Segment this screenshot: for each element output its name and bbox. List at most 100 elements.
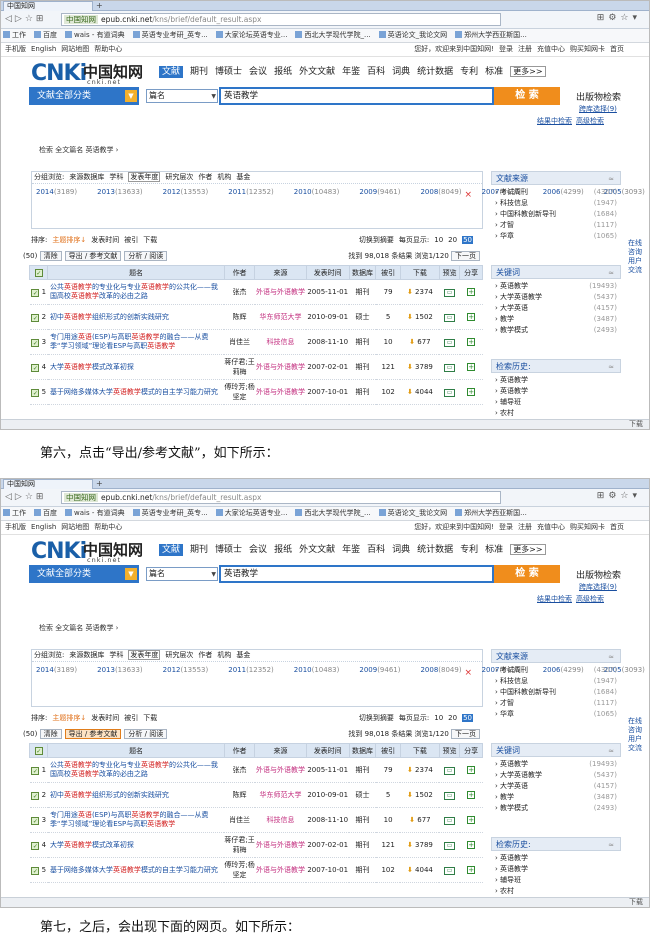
topbar-link[interactable]: 登录 xyxy=(499,523,513,531)
row-download[interactable]: ⬇ 3789 xyxy=(400,832,440,858)
publication-search-link[interactable]: 出版物检索 xyxy=(576,568,621,581)
row-download[interactable]: ⬇ 677 xyxy=(400,329,440,355)
year-filter[interactable]: 2014(3189) xyxy=(36,666,87,674)
row-cited[interactable]: 121 xyxy=(375,832,401,858)
row-download[interactable]: ⬇ 4044 xyxy=(400,857,440,883)
sort-topic[interactable]: 主题排序↓ xyxy=(52,236,86,244)
grouping-tab[interactable]: 研究层次 xyxy=(165,173,193,181)
bookmark-item[interactable]: 英语专业考研_英专... xyxy=(132,31,208,39)
row-cited[interactable]: 5 xyxy=(375,304,401,330)
row-title-link[interactable]: 初中英语教学组织形式的创新实践研究 xyxy=(47,782,225,808)
publication-search-link[interactable]: 出版物检索 xyxy=(576,90,621,103)
cross-db-select-link[interactable]: 跨库选择(9) xyxy=(579,582,617,592)
topbar-link[interactable]: 您好，欢迎来到中国知网! xyxy=(414,523,494,531)
year-filter[interactable]: 2014(3189) xyxy=(36,188,87,196)
bookmark-item[interactable]: 英语专业考研_英专... xyxy=(132,509,208,517)
year-filter[interactable]: 2011(12352) xyxy=(228,188,284,196)
nav-tab[interactable]: 报纸 xyxy=(274,545,292,555)
row-select[interactable]: ✓ 1 xyxy=(29,757,48,783)
row-download[interactable]: ⬇ 4044 xyxy=(400,379,440,405)
row-author[interactable]: 蒋仔君;王莉梅 xyxy=(224,354,255,380)
bookmark-item[interactable]: wais - 有道词典 xyxy=(65,31,125,39)
keyword-header[interactable]: 关键词 ≈ xyxy=(491,265,621,279)
page-size-option[interactable]: 10 xyxy=(434,714,443,722)
source-header[interactable]: 文献来源 ≈ xyxy=(491,649,621,663)
row-select[interactable]: ✓ 2 xyxy=(29,782,48,808)
sort-option[interactable]: 发表时间 xyxy=(91,714,119,722)
topbar-link[interactable]: 登录 xyxy=(499,45,513,53)
year-filter[interactable]: 2009(9461) xyxy=(359,666,410,674)
page-size-option[interactable]: 10 xyxy=(434,236,443,244)
nav-tab[interactable]: 词典 xyxy=(392,545,410,555)
grouping-tab[interactable]: 发表年度 xyxy=(128,650,161,660)
row-author[interactable]: 蒋仔君;王莉梅 xyxy=(224,832,255,858)
nav-tab[interactable]: 统计数据 xyxy=(417,67,453,77)
nav-tab[interactable]: 会议 xyxy=(249,67,267,77)
year-filter[interactable]: 2010(10483) xyxy=(294,666,350,674)
row-share[interactable]: + xyxy=(459,379,483,405)
topbar-link[interactable]: 充值中心 xyxy=(537,523,565,531)
grouping-tab[interactable]: 机构 xyxy=(217,173,231,181)
keyword-item[interactable]: › 大学英语 (4157) xyxy=(495,303,617,314)
year-filter[interactable]: 2012(13553) xyxy=(163,188,219,196)
search-input[interactable]: 英语教学 xyxy=(219,565,494,583)
grouping-tab[interactable]: 基金 xyxy=(236,651,250,659)
row-preview[interactable]: ▭ xyxy=(439,807,460,833)
row-share[interactable]: + xyxy=(459,279,483,305)
source-header[interactable]: 文献来源 ≈ xyxy=(491,171,621,185)
select-all-checkbox[interactable]: ✓ xyxy=(28,743,49,758)
nav-tab[interactable]: 标准 xyxy=(485,545,503,555)
keyword-header[interactable]: 关键词 ≈ xyxy=(491,743,621,757)
advanced-search-link[interactable]: 高级检索 xyxy=(576,595,604,603)
row-select[interactable]: ✓ 2 xyxy=(29,304,48,330)
url-input[interactable]: 中国知网 epub.cnki.net/kns/brief/default_resu… xyxy=(61,491,501,504)
field-select[interactable]: 篇名 ▼ xyxy=(146,89,218,103)
grouping-tab[interactable]: 基金 xyxy=(236,173,250,181)
topbar-link[interactable]: 手机版 xyxy=(5,523,26,531)
row-source[interactable]: 外语与外语教学 xyxy=(254,757,307,783)
row-share[interactable]: + xyxy=(459,757,483,783)
grouping-tab[interactable]: 发表年度 xyxy=(128,172,161,182)
keyword-item[interactable]: › 英语教学 (19493) xyxy=(495,281,617,292)
row-share[interactable]: + xyxy=(459,832,483,858)
nav-tab[interactable]: 年鉴 xyxy=(342,545,360,555)
advanced-search-link[interactable]: 结果中检索 xyxy=(537,595,572,603)
topbar-link[interactable]: English xyxy=(31,45,56,53)
nav-tab[interactable]: 词典 xyxy=(392,67,410,77)
bookmark-item[interactable]: 郑州大学西亚斯国... xyxy=(455,509,527,517)
grouping-tab[interactable]: 学科 xyxy=(109,651,123,659)
topbar-link[interactable]: 注册 xyxy=(518,45,532,53)
row-select[interactable]: ✓ 5 xyxy=(29,379,48,405)
new-tab-icon[interactable]: + xyxy=(96,1,103,10)
history-header[interactable]: 检索历史: ≈ xyxy=(491,359,621,373)
nav-tab[interactable]: 标准 xyxy=(485,67,503,77)
close-icon[interactable]: × xyxy=(464,190,472,200)
history-item[interactable]: › 辅导班 xyxy=(495,397,617,408)
bookmark-item[interactable]: 百度 xyxy=(34,509,57,517)
download-status[interactable]: 下载 xyxy=(629,898,643,906)
row-cited[interactable]: 10 xyxy=(375,807,401,833)
download-status[interactable]: 下载 xyxy=(629,420,643,428)
grouping-tab[interactable]: 来源数据库 xyxy=(69,651,104,659)
row-title-link[interactable]: 初中英语教学组织形式的创新实践研究 xyxy=(47,304,225,330)
history-item[interactable]: › 农村 xyxy=(495,408,617,419)
keyword-item[interactable]: › 大学英语教学 (5437) xyxy=(495,770,617,781)
clear-button[interactable]: 清除 xyxy=(39,251,62,261)
bookmark-item[interactable]: 英语论文_我论文网 xyxy=(378,31,447,39)
row-author[interactable]: 陈辉 xyxy=(224,782,255,808)
topbar-link[interactable]: 首页 xyxy=(610,523,624,531)
row-source[interactable]: 科技信息 xyxy=(254,807,307,833)
keyword-item[interactable]: › 大学英语 (4157) xyxy=(495,781,617,792)
row-share[interactable]: + xyxy=(459,807,483,833)
topbar-link[interactable]: 购买知网卡 xyxy=(570,523,605,531)
close-icon[interactable]: × xyxy=(464,668,472,678)
year-filter[interactable]: 2011(12352) xyxy=(228,666,284,674)
bookmark-item[interactable]: 英语论文_我论文网 xyxy=(378,509,447,517)
export-button[interactable]: 导出 / 参考文献 xyxy=(64,251,122,261)
row-source[interactable]: 科技信息 xyxy=(254,329,307,355)
row-source[interactable]: 外语与外语教学 xyxy=(254,832,307,858)
browser-tab[interactable]: 中国知网 xyxy=(3,1,93,11)
row-select[interactable]: ✓ 4 xyxy=(29,832,48,858)
keyword-item[interactable]: › 大学英语教学 (5437) xyxy=(495,292,617,303)
source-item[interactable]: › 华章 (1065) xyxy=(495,709,617,720)
